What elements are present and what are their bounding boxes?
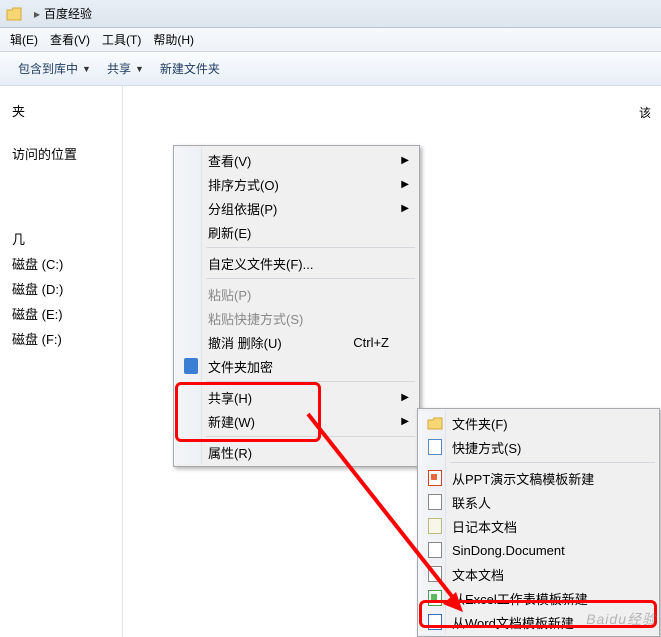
sidebar-drive-c[interactable]: 磁盘 (C:) xyxy=(8,251,114,276)
new-ppt-template[interactable]: 从PPT演示文稿模板新建 xyxy=(420,466,657,490)
toolbar: 包含到库中▼ 共享▼ 新建文件夹 xyxy=(0,52,661,86)
menu-item-group[interactable]: 分组依据(P)▶ xyxy=(176,196,417,220)
submenu-arrow-icon: ▶ xyxy=(401,179,409,190)
sidebar-drive-d[interactable]: 磁盘 (D:) xyxy=(8,276,114,301)
sidebar-drive-e[interactable]: 磁盘 (E:) xyxy=(8,301,114,326)
menu-item-encrypt[interactable]: 文件夹加密 xyxy=(176,354,417,378)
menu-item-view[interactable]: 查看(V)▶ xyxy=(176,148,417,172)
folder-icon xyxy=(6,7,22,21)
new-contact[interactable]: 联系人 xyxy=(420,490,657,514)
submenu-arrow-icon: ▶ xyxy=(401,416,409,427)
shortcut-icon xyxy=(426,438,444,456)
toolbar-share[interactable]: 共享▼ xyxy=(99,56,152,81)
menu-item-paste: 粘贴(P) xyxy=(176,282,417,306)
ppt-icon xyxy=(426,469,444,487)
menu-item-paste-shortcut: 粘贴快捷方式(S) xyxy=(176,306,417,330)
shield-icon xyxy=(182,357,200,375)
menu-separator xyxy=(206,247,415,248)
menu-tools[interactable]: 工具(T) xyxy=(96,29,147,50)
menu-shortcut: Ctrl+Z xyxy=(353,335,389,350)
menu-item-refresh[interactable]: 刷新(E) xyxy=(176,220,417,244)
menu-separator xyxy=(206,381,415,382)
new-diary[interactable]: 日记本文档 xyxy=(420,514,657,538)
word-icon xyxy=(426,613,444,631)
breadcrumb-location[interactable]: 百度经验 xyxy=(44,5,92,22)
dropdown-arrow-icon: ▼ xyxy=(82,64,91,74)
dropdown-arrow-icon: ▼ xyxy=(135,64,144,74)
toolbar-new-folder[interactable]: 新建文件夹 xyxy=(152,56,228,81)
contact-icon xyxy=(426,493,444,511)
titlebar: ▸ 百度经验 xyxy=(0,0,661,28)
excel-icon xyxy=(426,589,444,607)
watermark: Baidu经验 xyxy=(586,609,657,629)
diary-icon xyxy=(426,517,444,535)
breadcrumb-chevron-icon: ▸ xyxy=(34,7,40,21)
text-icon xyxy=(426,565,444,583)
new-sindong-document[interactable]: SinDong.Document xyxy=(420,538,657,562)
document-icon xyxy=(426,541,444,559)
menu-help[interactable]: 帮助(H) xyxy=(147,29,200,50)
menubar: 辑(E) 查看(V) 工具(T) 帮助(H) xyxy=(0,28,661,52)
menu-separator xyxy=(206,436,415,437)
submenu-arrow-icon: ▶ xyxy=(401,392,409,403)
sidebar-favorites-header[interactable]: 夹 xyxy=(8,98,114,123)
menu-view[interactable]: 查看(V) xyxy=(44,29,96,50)
sidebar-drive-f[interactable]: 磁盘 (F:) xyxy=(8,326,114,351)
menu-item-undo[interactable]: 撤消 删除(U)Ctrl+Z xyxy=(176,330,417,354)
menu-edit[interactable]: 辑(E) xyxy=(4,29,44,50)
content-text-fragment: 该 xyxy=(639,104,651,121)
new-shortcut[interactable]: 快捷方式(S) xyxy=(420,435,657,459)
folder-icon xyxy=(426,414,444,432)
new-folder[interactable]: 文件夹(F) xyxy=(420,411,657,435)
menu-separator xyxy=(206,278,415,279)
menu-separator xyxy=(450,462,655,463)
new-submenu: 文件夹(F) 快捷方式(S) 从PPT演示文稿模板新建 联系人 日记本文档 Si… xyxy=(417,408,660,637)
sidebar-recent-places[interactable]: 访问的位置 xyxy=(8,141,114,166)
menu-item-sort[interactable]: 排序方式(O)▶ xyxy=(176,172,417,196)
submenu-arrow-icon: ▶ xyxy=(401,203,409,214)
menu-item-properties[interactable]: 属性(R) xyxy=(176,440,417,464)
menu-item-new[interactable]: 新建(W)▶ xyxy=(176,409,417,433)
context-menu: 查看(V)▶ 排序方式(O)▶ 分组依据(P)▶ 刷新(E) 自定义文件夹(F)… xyxy=(173,145,420,467)
toolbar-include-in-library[interactable]: 包含到库中▼ xyxy=(10,56,99,81)
menu-item-share[interactable]: 共享(H)▶ xyxy=(176,385,417,409)
new-excel-template[interactable]: 从Excel工作表模板新建 xyxy=(420,586,657,610)
menu-item-customize[interactable]: 自定义文件夹(F)... xyxy=(176,251,417,275)
submenu-arrow-icon: ▶ xyxy=(401,155,409,166)
sidebar: 夹 访问的位置 几 磁盘 (C:) 磁盘 (D:) 磁盘 (E:) 磁盘 (F:… xyxy=(0,86,123,637)
sidebar-computer-header[interactable]: 几 xyxy=(8,226,114,251)
new-text-document[interactable]: 文本文档 xyxy=(420,562,657,586)
